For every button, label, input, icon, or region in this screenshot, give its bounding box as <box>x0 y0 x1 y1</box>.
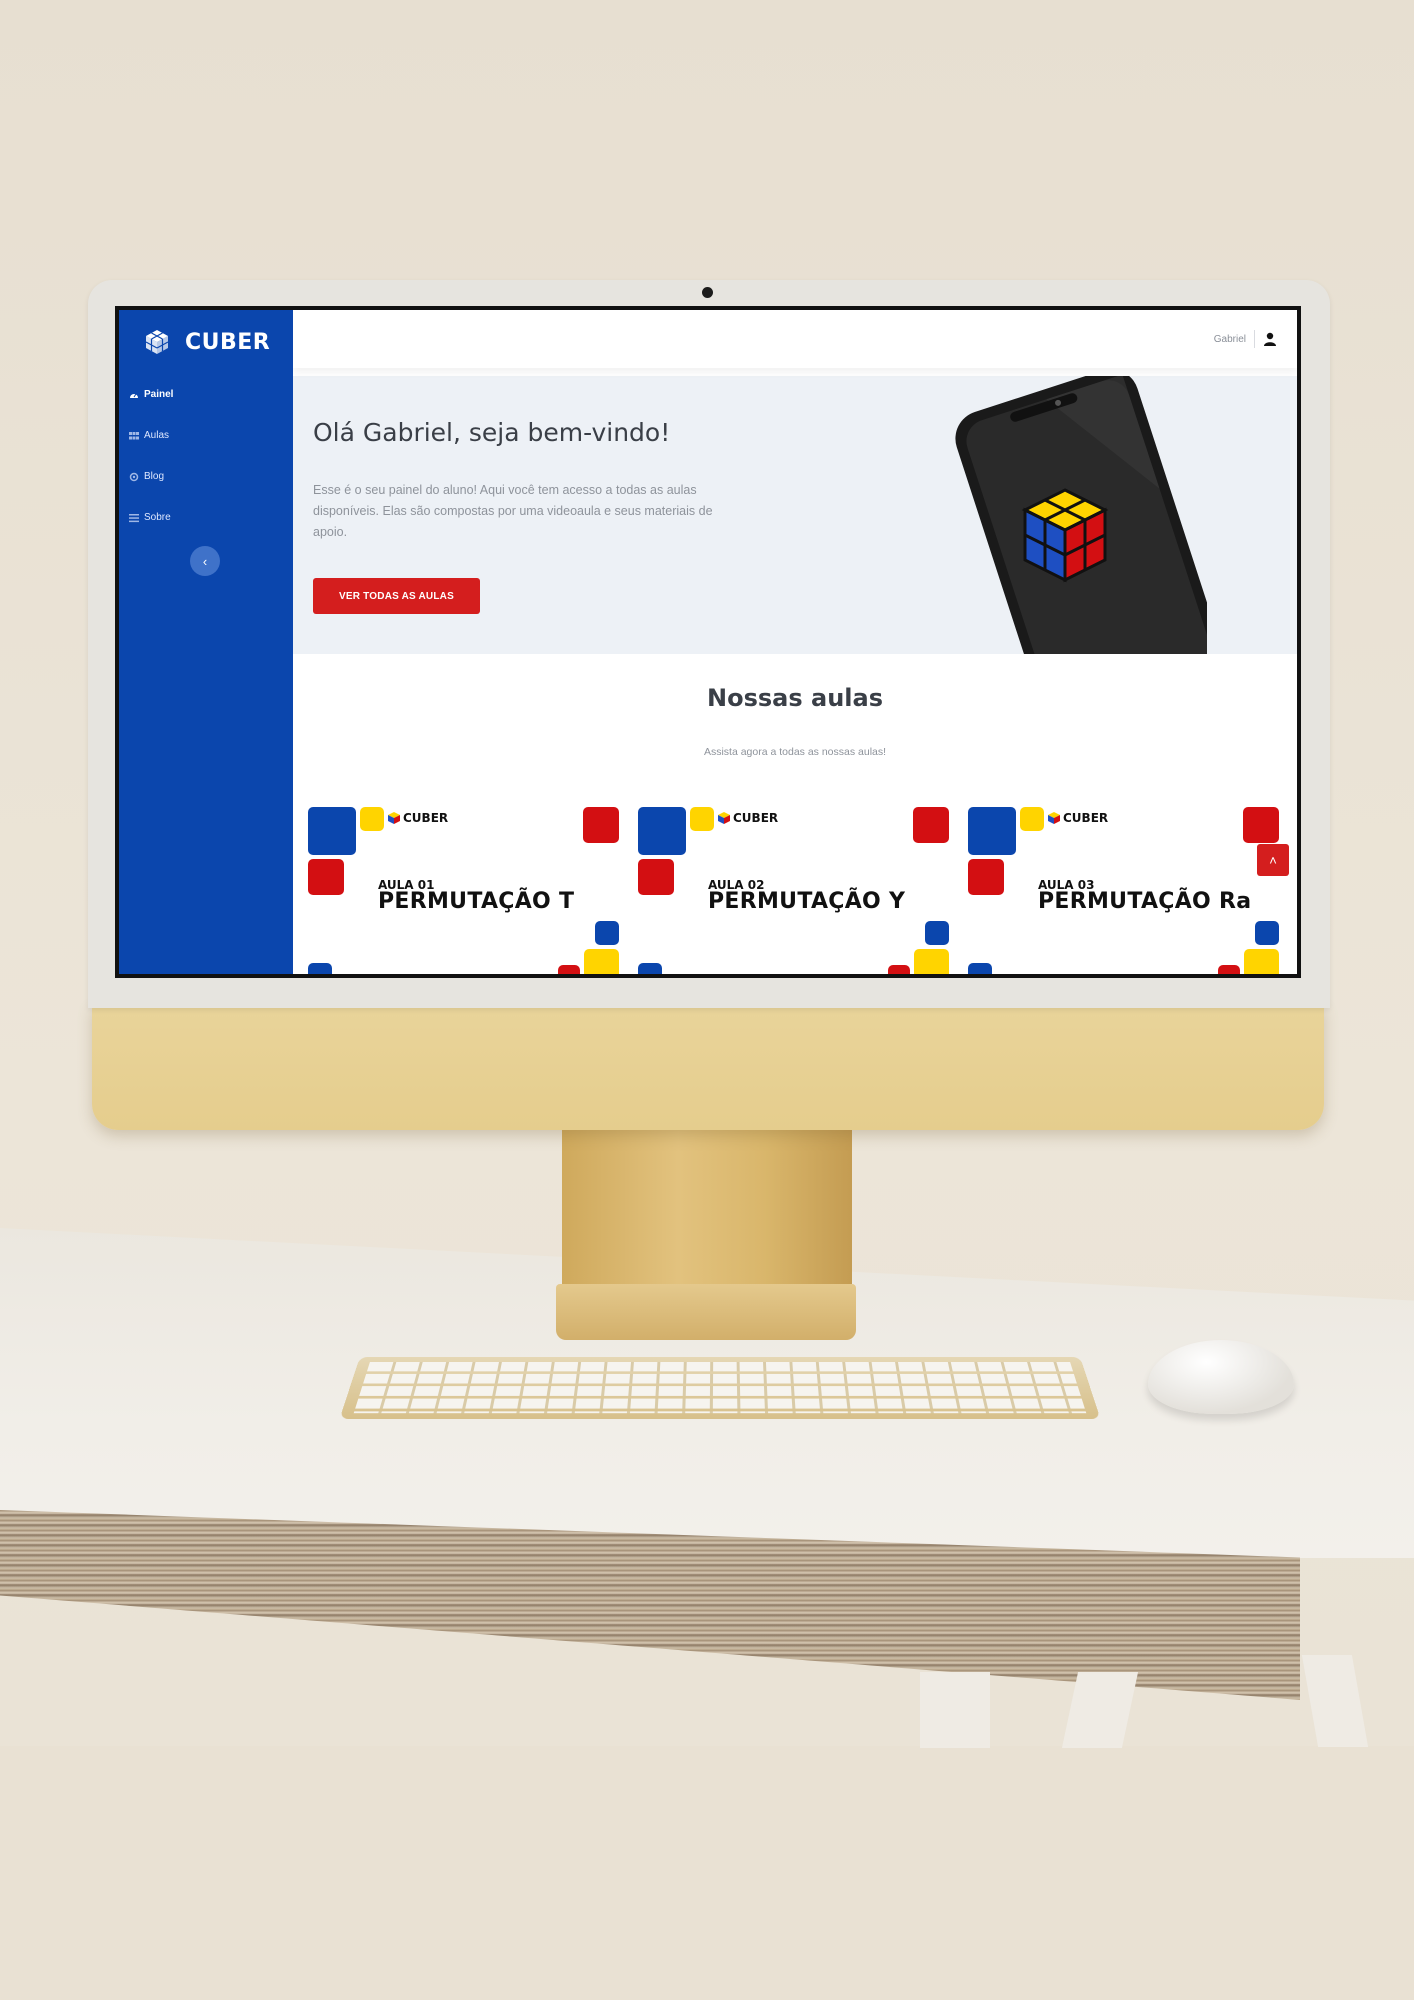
sidebar: CUBER Painel Aulas Blog Sobre ‹ <box>119 310 293 974</box>
dashboard-icon <box>130 393 138 398</box>
sidebar-item-label: Blog <box>144 471 165 482</box>
chevron-up-icon: ˄ <box>1269 852 1277 868</box>
cube-logo-icon <box>718 812 730 824</box>
sidebar-item-label: Aulas <box>144 430 170 441</box>
view-all-lessons-button[interactable]: VER TODAS AS AULAS <box>313 578 480 614</box>
lesson-card[interactable]: CUBER AULA 01 PERMUTAÇÃO T <box>308 807 634 974</box>
hero-title: Olá Gabriel, seja bem-vindo! <box>313 418 671 447</box>
student-dashboard: CUBER Painel Aulas Blog Sobre ‹ Gabriel … <box>119 310 1297 974</box>
cube-logo-icon <box>1048 812 1060 824</box>
main-content: Gabriel Olá Gabriel, seja bem-vindo! Ess… <box>293 310 1297 974</box>
list-icon <box>129 513 139 522</box>
cube-logo-icon <box>145 330 169 354</box>
monitor-stand <box>562 1128 852 1290</box>
lesson-cards: CUBER AULA 01 PERMUTAÇÃO T CUBER AULA 02… <box>308 807 1294 974</box>
desk-leg <box>1061 1672 1139 1748</box>
monitor-stand-foot <box>556 1284 856 1340</box>
lesson-title: PERMUTAÇÃO T <box>378 889 575 914</box>
sidebar-item-painel[interactable]: Painel <box>119 374 293 415</box>
sidebar-item-label: Painel <box>144 389 174 400</box>
lesson-title: PERMUTAÇÃO Y <box>708 889 906 914</box>
lesson-card[interactable]: CUBER AULA 03 PERMUTAÇÃO Ra <box>968 807 1294 974</box>
brand[interactable]: CUBER <box>119 310 293 360</box>
card-logo: CUBER <box>388 811 448 825</box>
hero-description: Esse é o seu painel do aluno! Aqui você … <box>313 483 713 539</box>
phone-cube-illustration <box>955 376 1207 654</box>
sidebar-nav: Painel Aulas Blog Sobre <box>119 374 293 538</box>
grid-icon <box>129 431 139 439</box>
monitor-screen: CUBER Painel Aulas Blog Sobre ‹ Gabriel … <box>115 306 1301 978</box>
monitor-chin <box>92 1004 1324 1130</box>
card-logo: CUBER <box>718 811 778 825</box>
sidebar-item-sobre[interactable]: Sobre <box>119 497 293 538</box>
sidebar-item-blog[interactable]: Blog <box>119 456 293 497</box>
desk-leg <box>920 1672 990 1748</box>
keyboard <box>339 1356 1101 1419</box>
scroll-to-top-button[interactable]: ˄ <box>1257 844 1289 876</box>
lesson-card[interactable]: CUBER AULA 02 PERMUTAÇÃO Y <box>638 807 964 974</box>
user-name[interactable]: Gabriel <box>1214 334 1246 345</box>
brand-name: CUBER <box>185 329 271 355</box>
welcome-hero: Olá Gabriel, seja bem-vindo! Esse é o se… <box>293 376 1297 654</box>
lesson-title: PERMUTAÇÃO Ra <box>1038 889 1252 914</box>
section-title: Nossas aulas <box>707 684 883 712</box>
sidebar-item-aulas[interactable]: Aulas <box>119 415 293 456</box>
user-icon[interactable] <box>1263 332 1277 346</box>
divider <box>1254 330 1255 348</box>
webcam-icon <box>702 287 713 298</box>
sidebar-item-label: Sobre <box>144 512 171 523</box>
floor-background <box>0 1746 1414 2000</box>
chevron-left-icon: ‹ <box>202 553 208 569</box>
sidebar-collapse-button[interactable]: ‹ <box>190 546 220 576</box>
section-subtitle: Assista agora a todas as nossas aulas! <box>703 746 887 758</box>
topbar: Gabriel <box>293 310 1297 368</box>
card-logo: CUBER <box>1048 811 1108 825</box>
cube-logo-icon <box>388 812 400 824</box>
desk-leg <box>1301 1655 1369 1747</box>
gear-icon <box>129 472 139 481</box>
